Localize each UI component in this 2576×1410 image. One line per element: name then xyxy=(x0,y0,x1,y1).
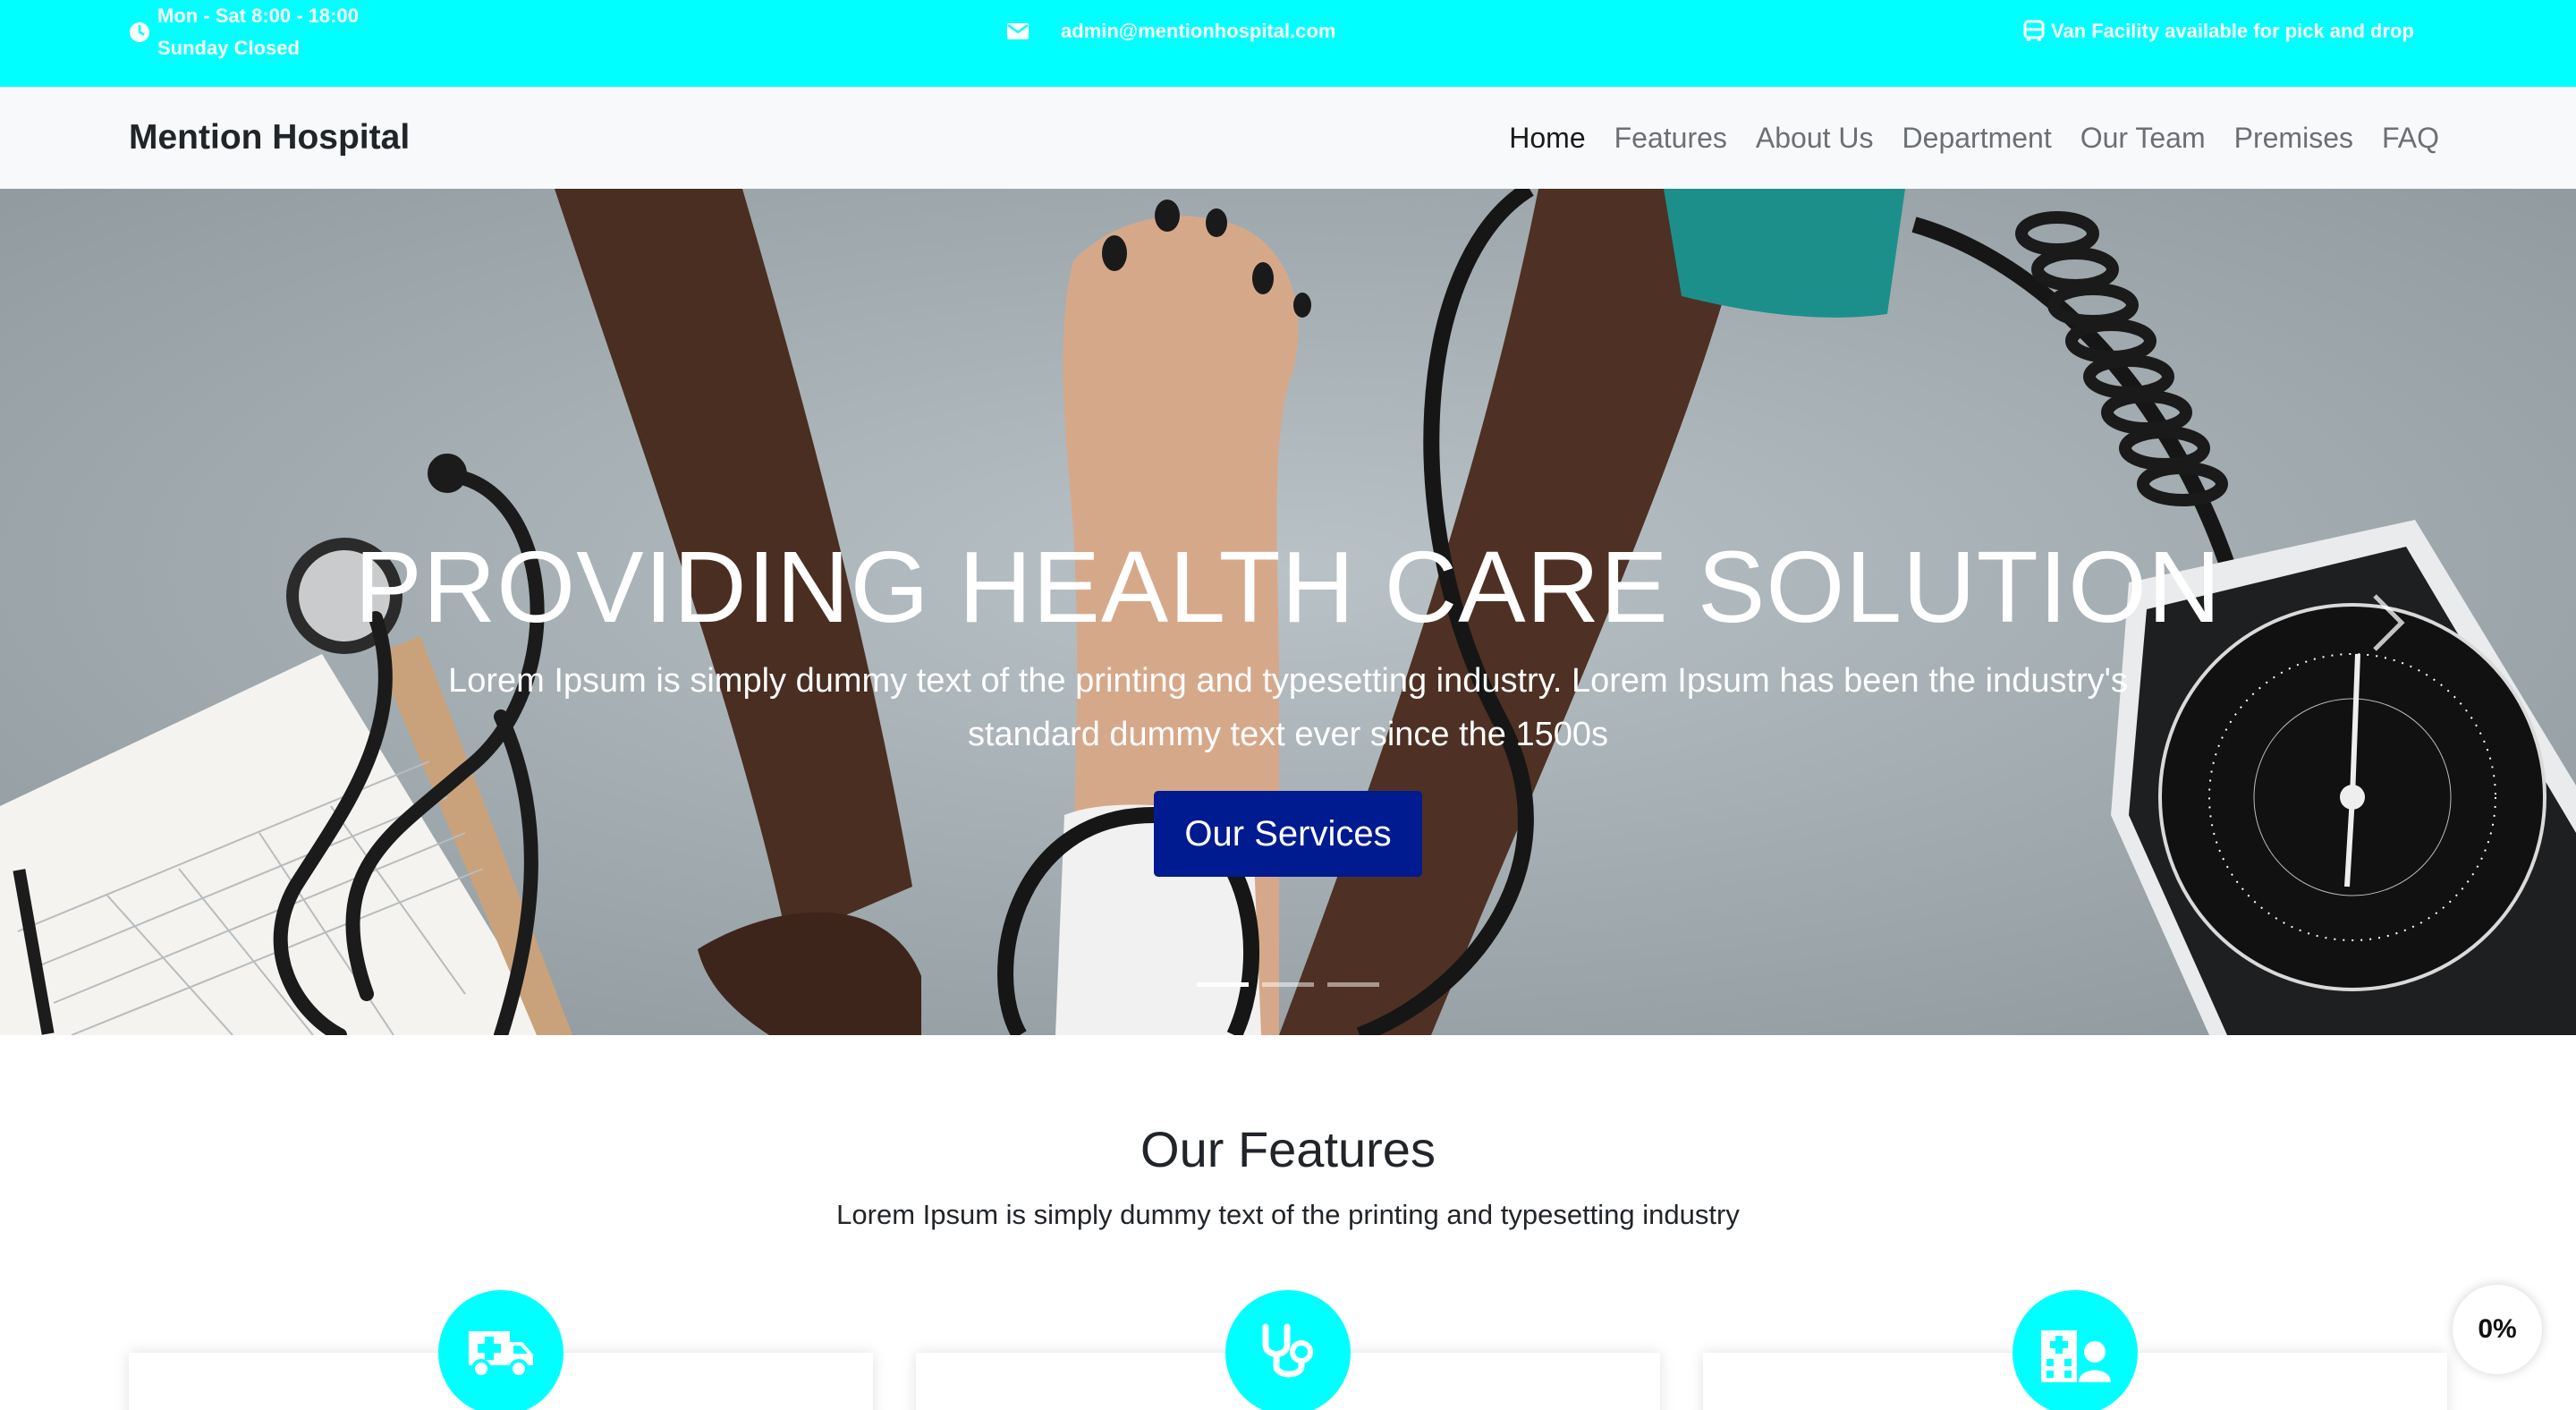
opening-hours: Mon - Sat 8:00 - 18:00 Sunday Closed xyxy=(129,0,359,64)
top-info-bar: Mon - Sat 8:00 - 18:00 Sunday Closed adm… xyxy=(0,0,2576,87)
carousel-indicator-2[interactable] xyxy=(1262,982,1314,987)
carousel-indicator-1[interactable] xyxy=(1197,982,1249,987)
hospital-user-icon xyxy=(2041,1330,2111,1382)
van-facility: Van Facility available for pick and drop xyxy=(2022,15,2414,47)
bus-icon xyxy=(2023,20,2045,41)
clock-icon xyxy=(130,22,149,42)
our-services-button[interactable]: Our Services xyxy=(1154,791,1422,877)
nav-home[interactable]: Home xyxy=(1509,122,1585,155)
nav-department[interactable]: Department xyxy=(1902,122,2052,155)
ambulance-icon xyxy=(469,1331,533,1379)
van-facility-text: Van Facility available for pick and drop xyxy=(2051,20,2414,42)
scroll-progress-indicator[interactable]: 0% xyxy=(2453,1285,2542,1374)
features-subtitle: Lorem Ipsum is simply dummy text of the … xyxy=(836,1199,1740,1230)
feature-icon-circle-2 xyxy=(1225,1290,1351,1410)
hours-weekdays: Mon - Sat 8:00 - 18:00 xyxy=(157,4,359,27)
nav-features[interactable]: Features xyxy=(1614,122,1727,155)
nav-about-us[interactable]: About Us xyxy=(1756,122,1874,155)
envelope-icon xyxy=(1007,23,1029,39)
hero-title: PROVIDING HEALTH CARE SOLUTION xyxy=(354,531,2222,643)
carousel-indicators xyxy=(1197,982,1393,987)
carousel-indicator-3[interactable] xyxy=(1327,982,1379,987)
nav-premises[interactable]: Premises xyxy=(2234,122,2353,155)
features-heading: Our Features xyxy=(1140,1121,1436,1177)
contact-email: admin@mentionhospital.com xyxy=(1007,15,1335,47)
feature-icon-circle-1 xyxy=(438,1290,564,1410)
main-navbar: Mention Hospital Home Features About Us … xyxy=(0,87,2576,189)
email-link[interactable]: admin@mentionhospital.com xyxy=(1061,15,1335,47)
hero-description: Lorem Ipsum is simply dummy text of the … xyxy=(448,662,2128,753)
hours-sunday: Sunday Closed xyxy=(157,37,300,59)
nav-links: Home Features About Us Department Our Te… xyxy=(1480,87,2439,189)
nav-our-team[interactable]: Our Team xyxy=(2080,122,2206,155)
brand-logo[interactable]: Mention Hospital xyxy=(129,87,410,189)
feature-icon-circle-3 xyxy=(2012,1290,2138,1410)
hero-carousel: PROVIDING HEALTH CARE SOLUTION Lorem Ips… xyxy=(0,189,2576,1035)
carousel-next-icon[interactable] xyxy=(2361,582,2415,663)
stethoscope-icon xyxy=(1262,1323,1313,1378)
nav-faq[interactable]: FAQ xyxy=(2382,122,2439,155)
